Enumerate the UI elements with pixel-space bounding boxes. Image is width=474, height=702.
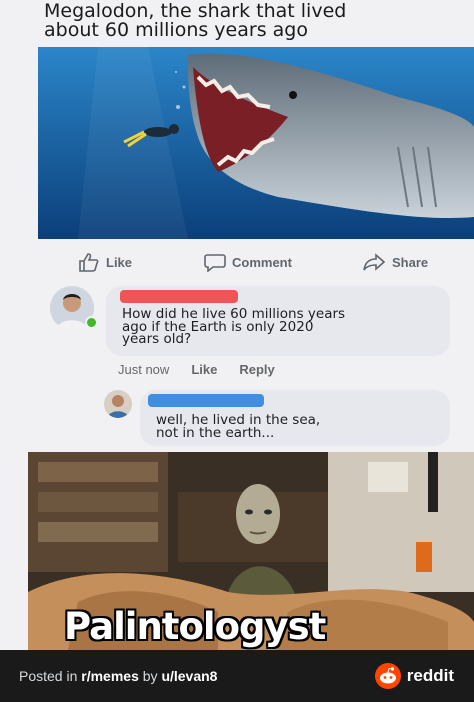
comment-label: Comment bbox=[232, 254, 292, 270]
online-status-dot bbox=[85, 316, 98, 329]
reddit-footer: Posted in r/memes by u/levan8 reddit bbox=[0, 650, 474, 702]
reaction-bar: Like Comment Share bbox=[0, 248, 474, 276]
reply-bubble: well, he lived in the sea, not in the ea… bbox=[140, 390, 450, 446]
comment-text: How did he live 60 millions years ago if… bbox=[122, 306, 346, 347]
subreddit-link[interactable]: r/memes bbox=[81, 668, 139, 684]
like-label: Like bbox=[106, 254, 133, 270]
comment-bubble-icon bbox=[204, 254, 226, 272]
meme-caption: Palintologyst bbox=[64, 605, 326, 648]
like-button[interactable]: Like bbox=[78, 252, 132, 272]
comment-reply-link[interactable]: Reply bbox=[239, 362, 274, 377]
share-button[interactable]: Share bbox=[362, 252, 428, 272]
posted-prefix: Posted in bbox=[19, 668, 82, 684]
username-link[interactable]: u/levan8 bbox=[161, 668, 217, 684]
redacted-name bbox=[148, 394, 264, 407]
comment-button[interactable]: Comment bbox=[204, 252, 292, 272]
person-avatar-icon bbox=[104, 390, 132, 418]
posted-by: by bbox=[138, 668, 162, 684]
meme-image[interactable]: Palintologyst bbox=[28, 452, 474, 650]
post-title-line-2: about 60 millions years ago bbox=[44, 19, 308, 41]
share-label: Share bbox=[392, 254, 429, 270]
reply-text: well, he lived in the sea, not in the ea… bbox=[156, 412, 321, 441]
meme-post: Megalodon, the shark that lived about 60… bbox=[0, 0, 474, 650]
comment-like-link[interactable]: Like bbox=[191, 362, 217, 377]
reddit-logo[interactable]: reddit bbox=[374, 663, 454, 689]
post-title: Megalodon, the shark that lived about 60… bbox=[44, 2, 444, 40]
reddit-snoo-icon bbox=[374, 663, 401, 689]
redacted-name bbox=[120, 290, 238, 303]
thumbs-up-icon bbox=[79, 253, 99, 272]
reddit-wordmark: reddit bbox=[406, 666, 454, 685]
avatar[interactable] bbox=[104, 390, 132, 418]
share-arrow-icon bbox=[363, 253, 386, 271]
posted-in-text: Posted in r/memes by u/levan8 bbox=[19, 668, 217, 684]
megalodon-photo[interactable] bbox=[38, 47, 474, 239]
comment-bubble: How did he live 60 millions years ago if… bbox=[106, 286, 450, 356]
comment-meta: Just now Like Reply bbox=[118, 362, 275, 377]
comment-timestamp: Just now bbox=[118, 362, 170, 377]
